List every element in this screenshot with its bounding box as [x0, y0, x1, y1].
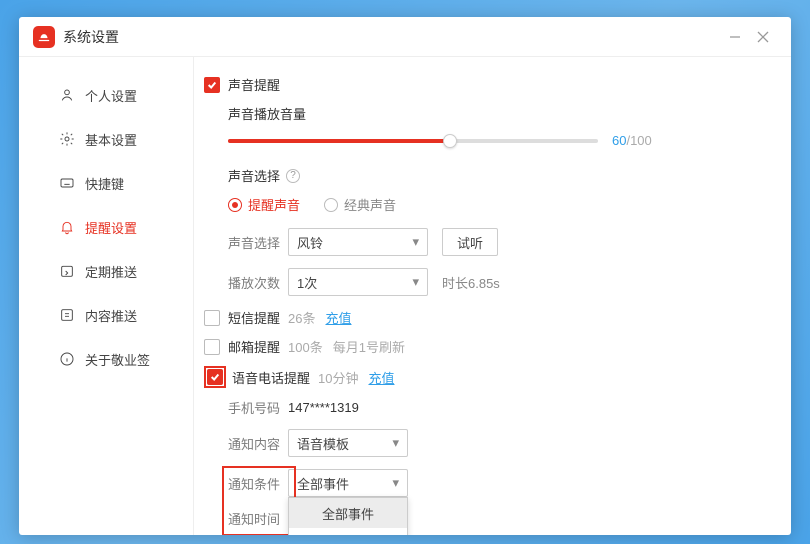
voice-label: 语音电话提醒: [232, 368, 310, 387]
radio-classic-sound[interactable]: 经典声音: [324, 195, 396, 214]
email-label: 邮箱提醒: [228, 337, 280, 356]
repeat-label: 播放次数: [228, 273, 288, 292]
email-checkbox[interactable]: [204, 339, 220, 355]
chevron-down-icon: ▾: [412, 274, 419, 290]
sidebar-item-basic[interactable]: 基本设置: [19, 117, 193, 161]
notify-time-label: 通知时间: [228, 509, 288, 528]
sms-checkbox[interactable]: [204, 310, 220, 326]
voice-checkbox[interactable]: [207, 369, 223, 385]
content-push-icon: [59, 307, 75, 323]
sound-choice-label: 声音选择: [228, 166, 280, 185]
preview-button[interactable]: 试听: [442, 228, 498, 256]
titlebar: 系统设置: [19, 17, 791, 57]
email-count: 100条: [288, 337, 323, 356]
app-icon: [33, 26, 55, 48]
person-icon: [59, 87, 75, 103]
voice-timing: 10分钟: [318, 368, 358, 387]
sidebar-item-hotkeys[interactable]: 快捷键: [19, 161, 193, 205]
info-icon: [59, 351, 75, 367]
sidebar-item-label: 提醒设置: [85, 218, 137, 237]
voice-recharge-link[interactable]: 充值: [368, 368, 394, 387]
sidebar-item-personal[interactable]: 个人设置: [19, 73, 193, 117]
gear-icon: [59, 131, 75, 147]
settings-window: 系统设置 个人设置 基本设置 快捷键 提醒设置: [19, 17, 791, 535]
window-title: 系统设置: [63, 27, 119, 47]
chevron-down-icon: ▾: [412, 234, 419, 250]
sidebar-item-label: 基本设置: [85, 130, 137, 149]
volume-value: 60/100: [612, 133, 652, 148]
sms-recharge-link[interactable]: 充值: [325, 308, 351, 327]
duration-label: 时长6.85s: [442, 273, 500, 292]
sidebar-item-about[interactable]: 关于敬业签: [19, 337, 193, 381]
sidebar-item-schedule[interactable]: 定期推送: [19, 249, 193, 293]
calendar-push-icon: [59, 263, 75, 279]
notify-content-select[interactable]: 语音模板 ▾: [288, 429, 408, 457]
voice-checkbox-highlight: [204, 366, 226, 388]
phone-value: 147****1319: [288, 400, 359, 415]
sidebar-item-label: 关于敬业签: [85, 350, 150, 369]
condition-dropdown: 全部事件 仅重要事项: [288, 497, 408, 535]
help-icon[interactable]: ?: [286, 169, 300, 183]
sidebar-item-content-push[interactable]: 内容推送: [19, 293, 193, 337]
sidebar-item-label: 内容推送: [85, 306, 137, 325]
sound-reminder-checkbox[interactable]: [204, 77, 220, 93]
sound-reminder-label: 声音提醒: [228, 75, 280, 94]
close-button[interactable]: [749, 23, 777, 51]
minimize-button[interactable]: [721, 23, 749, 51]
sidebar-item-label: 快捷键: [85, 174, 124, 193]
sidebar-item-reminder[interactable]: 提醒设置: [19, 205, 193, 249]
chevron-down-icon: ▾: [392, 435, 399, 451]
sms-label: 短信提醒: [228, 308, 280, 327]
phone-label: 手机号码: [228, 398, 288, 417]
slider-thumb[interactable]: [443, 134, 457, 148]
email-refresh: 每月1号刷新: [333, 337, 405, 356]
dropdown-item-important[interactable]: 仅重要事项: [289, 528, 407, 535]
sound-select[interactable]: 风铃 ▾: [288, 228, 428, 256]
chevron-down-icon: ▾: [392, 475, 399, 491]
sidebar: 个人设置 基本设置 快捷键 提醒设置 定期推送 内容推送: [19, 57, 194, 535]
radio-reminder-sound[interactable]: 提醒声音: [228, 195, 300, 214]
bell-icon: [59, 219, 75, 235]
volume-label: 声音播放音量: [228, 104, 763, 123]
keyboard-icon: [59, 175, 75, 191]
content-area: 声音提醒 声音播放音量 60/100 声音选择 ? 提醒声音: [194, 57, 791, 535]
repeat-select[interactable]: 1次 ▾: [288, 268, 428, 296]
sidebar-item-label: 定期推送: [85, 262, 137, 281]
notify-condition-label: 通知条件: [228, 474, 288, 493]
notify-condition-select[interactable]: 全部事件 ▾: [288, 469, 408, 497]
sidebar-item-label: 个人设置: [85, 86, 137, 105]
notify-content-label: 通知内容: [228, 434, 288, 453]
sms-count: 26条: [288, 308, 315, 327]
sound-select-label: 声音选择: [228, 233, 288, 252]
volume-slider[interactable]: [228, 139, 598, 143]
dropdown-item-all[interactable]: 全部事件: [289, 498, 407, 528]
